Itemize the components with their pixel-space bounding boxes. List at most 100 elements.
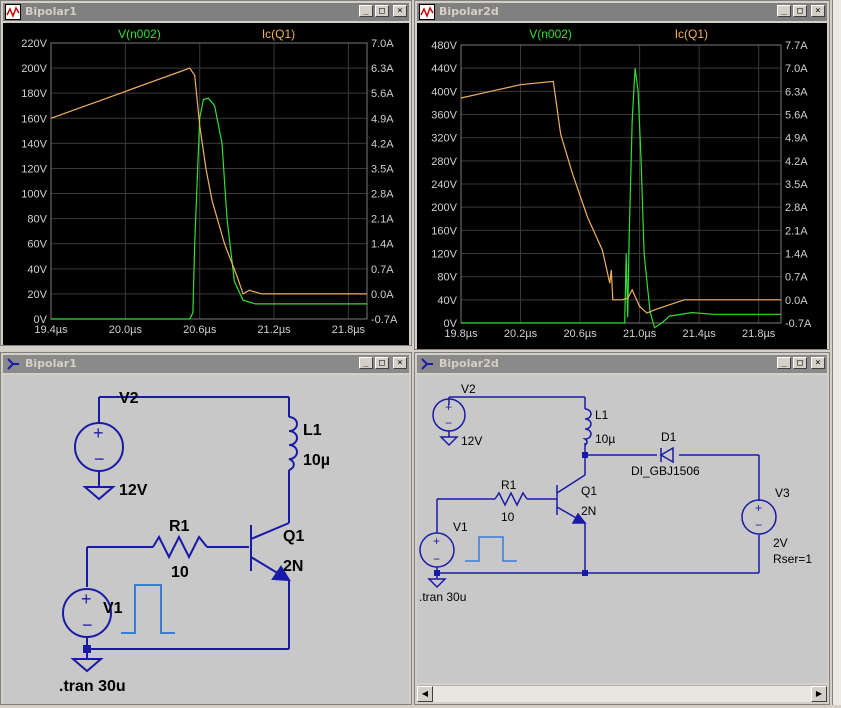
v1-source-symbol[interactable]: + − — [419, 532, 455, 568]
schematic-drawing[interactable]: + − + − + − V2 12V L1 10µ D1 DI_GBJ1506 … — [417, 375, 827, 683]
minimize-button[interactable]: _ — [777, 5, 791, 17]
d1-label: D1 — [661, 430, 677, 444]
current-trace[interactable] — [460, 80, 781, 314]
svg-text:−: − — [82, 615, 93, 635]
y2-tick-label: 3.5A — [371, 163, 394, 175]
y-tick-label: 160V — [431, 225, 457, 237]
schematic-drawing[interactable]: + − + − V2 12V L1 10µ R1 10 Q1 2N V1 .tr… — [3, 375, 409, 704]
r1-label: R1 — [169, 518, 190, 535]
y-tick-label: 280V — [431, 156, 457, 168]
x-tick-label: 20.2µs — [504, 328, 538, 340]
inductor-l1-symbol[interactable] — [582, 408, 592, 446]
plot-window-bipolar2d[interactable]: Bipolar2d _ □ × 480V 440V 400V 360V 320V 280V… — [414, 0, 830, 350]
y-tick-label: 120V — [431, 249, 457, 261]
junction-dot — [582, 452, 588, 458]
schematic-icon — [7, 358, 19, 370]
diode-d1-symbol[interactable] — [659, 446, 674, 464]
y2-tick-label: 0.7A — [785, 272, 808, 284]
waveform-plot[interactable]: 480V 440V 400V 360V 320V 280V 240V 200V 160V 120V… — [417, 23, 827, 349]
y-tick-label: 60V — [27, 239, 47, 251]
svg-text:−: − — [433, 552, 440, 566]
y2-tick-label: 6.3A — [785, 86, 808, 98]
trace-label-current[interactable]: Ic(Q1) — [262, 27, 295, 41]
maximize-button[interactable]: □ — [793, 5, 807, 17]
svg-text:+: + — [81, 589, 92, 609]
y-tick-label: 200V — [431, 202, 457, 214]
y2-tick-label: 5.6A — [785, 110, 808, 122]
y-tick-label: 100V — [21, 189, 47, 201]
maximize-button[interactable]: □ — [793, 357, 807, 369]
close-button[interactable]: × — [393, 357, 407, 369]
v2-source-symbol[interactable]: + − — [432, 398, 466, 432]
x-tick-label: 19.8µs — [444, 328, 478, 340]
v2-label: V2 — [461, 382, 476, 396]
y2-tick-label: 0.0A — [785, 295, 808, 307]
tran-directive[interactable]: .tran 30u — [419, 590, 466, 604]
minimize-button[interactable]: _ — [777, 357, 791, 369]
plot-frame — [50, 42, 368, 320]
titlebar[interactable]: Bipolar1 _ □ × — [3, 3, 409, 21]
close-button[interactable]: × — [811, 357, 825, 369]
titlebar[interactable]: Bipolar1 _ □ × — [3, 355, 409, 373]
titlebar[interactable]: Bipolar2d _ □ × — [417, 355, 827, 373]
y-tick-label: 320V — [431, 133, 457, 145]
resistor-r1-symbol[interactable] — [152, 534, 208, 560]
schematic-canvas[interactable]: + − + − + − V2 12V L1 10µ D1 DI_GBJ1506 … — [417, 375, 827, 683]
v3-rser: Rser=1 — [773, 552, 812, 566]
trace-label-voltage[interactable]: V(n002) — [529, 27, 572, 41]
current-trace[interactable] — [50, 67, 367, 295]
y-tick-label: 360V — [431, 110, 457, 122]
close-button[interactable]: × — [393, 5, 407, 17]
v2-source-symbol[interactable]: + − — [74, 422, 124, 472]
y2-tick-label: 3.5A — [785, 179, 808, 191]
trace-label-current[interactable]: Ic(Q1) — [675, 27, 708, 41]
voltage-trace[interactable] — [461, 68, 781, 329]
x-tick-label: 20.0µs — [109, 324, 143, 336]
v2-value: 12V — [461, 434, 482, 448]
x-tick-label: 21.8µs — [742, 328, 776, 340]
maximize-button[interactable]: □ — [375, 5, 389, 17]
q1-label: Q1 — [283, 528, 304, 545]
y2-tick-label: 4.9A — [371, 113, 394, 125]
x-tick-label: 21.0µs — [623, 328, 657, 340]
trace-label-voltage[interactable]: V(n002) — [118, 27, 161, 41]
window-title: Bipolar1 — [25, 357, 77, 370]
y-tick-label: 140V — [21, 138, 47, 150]
y2-tick-label: 2.1A — [371, 214, 394, 226]
waveform-plot[interactable]: 220V 200V 180V 160V 140V 120V 100V 80V 60V 40V 20V… — [3, 23, 409, 345]
minimize-button[interactable]: _ — [359, 357, 373, 369]
l1-value: 10µ — [303, 452, 330, 469]
inductor-l1-symbol[interactable] — [288, 416, 298, 471]
x-tick-label: 21.8µs — [332, 324, 366, 336]
v3-source-symbol[interactable]: + − — [741, 499, 777, 535]
junction-dot — [582, 570, 588, 576]
v3-value: 2V — [773, 536, 788, 550]
schematic-window-bipolar1[interactable]: Bipolar1 _ □ × + − + − V2 12V L1 10µ R1 … — [0, 352, 412, 705]
close-button[interactable]: × — [811, 5, 825, 17]
resistor-r1-symbol[interactable] — [494, 491, 528, 507]
horizontal-scrollbar[interactable]: ◀ ▶ — [417, 685, 827, 702]
voltage-trace[interactable] — [51, 97, 367, 320]
plot-pane[interactable]: 480V 440V 400V 360V 320V 280V 240V 200V 160V 120V… — [417, 23, 827, 349]
r1-label: R1 — [501, 478, 517, 492]
y2-tick-label: 4.2A — [785, 156, 808, 168]
maximize-button[interactable]: □ — [375, 357, 389, 369]
x-tick-label: 20.6µs — [563, 328, 597, 340]
plot-window-bipolar1[interactable]: Bipolar1 _ □ × 220V 200V 180V 160V 140V 120V 1… — [0, 0, 412, 346]
plot-pane[interactable]: 220V 200V 180V 160V 140V 120V 100V 80V 60V 40V 20V… — [3, 23, 409, 345]
titlebar[interactable]: Bipolar2d _ □ × — [417, 3, 827, 21]
y2-tick-label: 7.0A — [785, 63, 808, 75]
pulse-waveform-icon — [465, 536, 517, 562]
scroll-left-button[interactable]: ◀ — [417, 686, 433, 702]
minimize-button[interactable]: _ — [359, 5, 373, 17]
y2-tick-label: 2.8A — [785, 202, 808, 214]
y-tick-label: 80V — [437, 272, 457, 284]
y-tick-label: 80V — [27, 214, 47, 226]
schematic-canvas[interactable]: + − + − V2 12V L1 10µ R1 10 Q1 2N V1 .tr… — [3, 375, 409, 704]
schematic-window-bipolar2d[interactable]: Bipolar2d _ □ × + − + − + − V2 12V L1 10… — [414, 352, 830, 705]
window-title: Bipolar2d — [439, 5, 499, 18]
waveform-icon — [419, 4, 435, 20]
tran-directive[interactable]: .tran 30u — [59, 678, 126, 695]
background-window-edge — [832, 0, 841, 705]
scroll-right-button[interactable]: ▶ — [811, 686, 827, 702]
